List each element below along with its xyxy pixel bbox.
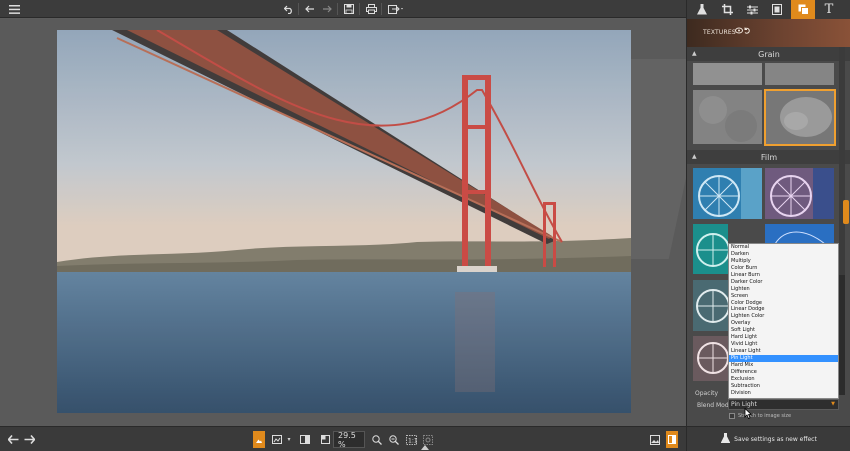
blend-option[interactable]: Exclusion xyxy=(729,376,838,383)
blend-option[interactable]: Darken xyxy=(729,251,838,258)
collapse-triangle-icon: ▲ xyxy=(692,50,697,57)
redo-icon[interactable] xyxy=(320,0,334,18)
film-thumbnail[interactable] xyxy=(693,168,762,219)
film-thumbnail[interactable] xyxy=(693,336,728,381)
hamburger-icon[interactable] xyxy=(6,0,22,18)
blend-option[interactable]: Soft Light xyxy=(729,327,838,334)
photo-canvas[interactable] xyxy=(57,30,631,413)
blend-option-highlighted[interactable]: Pin Light xyxy=(729,355,838,362)
blend-option[interactable]: Difference xyxy=(729,369,838,376)
crop-icon[interactable] xyxy=(715,0,739,19)
film-section-header[interactable]: ▲ Film xyxy=(687,150,850,164)
blend-option[interactable]: Linear Dodge xyxy=(729,306,838,313)
collapse-triangle-icon: ▲ xyxy=(692,153,697,160)
grain-thumbnail[interactable] xyxy=(693,63,762,85)
grain-section-title: Grain xyxy=(758,49,780,59)
image-icon[interactable] xyxy=(648,431,662,448)
visibility-reset-icons[interactable] xyxy=(735,27,751,36)
layers-icon[interactable] xyxy=(791,0,815,19)
export-icon[interactable] xyxy=(386,0,406,18)
frame-icon[interactable] xyxy=(765,0,789,19)
expand-filmstrip-icon[interactable] xyxy=(421,445,429,450)
split-view-icon[interactable] xyxy=(298,431,312,448)
film-section-title: Film xyxy=(760,152,778,162)
text-tool-label: T xyxy=(824,2,834,17)
save-effect-label: Save settings as new effect xyxy=(734,435,817,443)
blend-option[interactable]: Division xyxy=(729,390,838,397)
compare-view-icon[interactable] xyxy=(269,431,285,448)
undo-icon[interactable] xyxy=(282,0,296,18)
toolbar-separator xyxy=(359,3,360,15)
blend-option[interactable]: Hard Mix xyxy=(729,362,838,369)
text-icon[interactable]: T xyxy=(817,0,841,19)
flask-icon[interactable] xyxy=(690,0,714,19)
textures-title: TEXTURES xyxy=(703,29,736,36)
undo-icon[interactable] xyxy=(303,0,317,18)
toolbar-separator xyxy=(298,3,299,15)
panel-collapse-handle[interactable] xyxy=(843,200,849,224)
save-effect-button[interactable]: Save settings as new effect xyxy=(687,426,850,451)
actual-size-icon[interactable]: 1:1 xyxy=(404,431,418,448)
print-icon[interactable] xyxy=(364,0,378,18)
bridge-photo xyxy=(57,30,631,413)
svg-text:1:1: 1:1 xyxy=(408,437,417,444)
blend-option[interactable]: Overlay xyxy=(729,320,838,327)
blend-option[interactable]: Linear Light xyxy=(729,348,838,355)
toolbar-separator xyxy=(337,3,338,15)
stretch-checkbox-row[interactable]: Stretch to image size xyxy=(729,413,791,419)
blend-option[interactable]: Color Dodge xyxy=(729,300,838,307)
blend-option[interactable]: Lighten xyxy=(729,286,838,293)
navigator-icon[interactable] xyxy=(318,431,332,448)
film-thumbnail[interactable] xyxy=(693,280,728,331)
blend-option[interactable]: Normal xyxy=(729,244,838,251)
top-toolbar xyxy=(0,0,686,18)
film-thumbnail[interactable] xyxy=(765,224,834,244)
film-thumbnail[interactable] xyxy=(765,168,834,219)
bottom-toolbar: ▾ 29.5 % 1:1 xyxy=(0,426,686,451)
blend-mode-value: Pin Light xyxy=(731,401,757,408)
save-icon[interactable] xyxy=(342,0,356,18)
blend-option[interactable]: Vivid Light xyxy=(729,341,838,348)
next-arrow-icon[interactable] xyxy=(22,431,36,448)
blend-option[interactable]: Color Burn xyxy=(729,265,838,272)
film-thumbnail[interactable] xyxy=(693,224,728,274)
panel-toggle-icon[interactable] xyxy=(666,431,678,448)
blend-option[interactable]: Hard Light xyxy=(729,334,838,341)
blend-mode-dropdown-list[interactable]: Normal Darken Multiply Color Burn Linear… xyxy=(728,243,839,399)
blend-option[interactable]: Darker Color xyxy=(729,279,838,286)
zoom-out-icon[interactable] xyxy=(387,431,401,448)
chevron-down-icon[interactable]: ▾ xyxy=(285,431,293,448)
scrollbar-thumb[interactable] xyxy=(839,275,845,395)
toolbar-separator xyxy=(381,3,382,15)
blend-option[interactable]: Lighten Color xyxy=(729,313,838,320)
right-panel: T TEXTURES ▲ Grain ▲ Film Normal Darken … xyxy=(686,0,850,451)
previous-arrow-icon[interactable] xyxy=(6,431,20,448)
blend-option[interactable]: Subtraction xyxy=(729,383,838,390)
flask-icon xyxy=(720,433,731,445)
grain-thumbnail[interactable] xyxy=(693,90,762,144)
canvas-area[interactable] xyxy=(0,19,686,426)
opacity-label: Opacity xyxy=(695,390,719,397)
grain-thumbnail-selected[interactable] xyxy=(764,89,836,146)
blend-option[interactable]: Linear Burn xyxy=(729,272,838,279)
stretch-checkbox[interactable] xyxy=(729,413,735,419)
panel-tabs: T xyxy=(687,0,850,19)
blend-option[interactable]: Screen xyxy=(729,293,838,300)
single-view-icon[interactable] xyxy=(253,431,265,448)
blend-option[interactable]: Multiply xyxy=(729,258,838,265)
textures-header: TEXTURES xyxy=(687,19,850,47)
chevron-down-icon: ▼ xyxy=(831,401,835,407)
zoom-level[interactable]: 29.5 % xyxy=(333,431,365,449)
grain-thumbnail[interactable] xyxy=(765,63,834,85)
zoom-in-icon[interactable] xyxy=(370,431,384,448)
app-window: ▾ 29.5 % 1:1 T TEXTURES ▲ Grain ▲ Film N… xyxy=(0,0,850,451)
grain-section-header[interactable]: ▲ Grain xyxy=(687,47,850,61)
sliders-icon[interactable] xyxy=(740,0,764,19)
